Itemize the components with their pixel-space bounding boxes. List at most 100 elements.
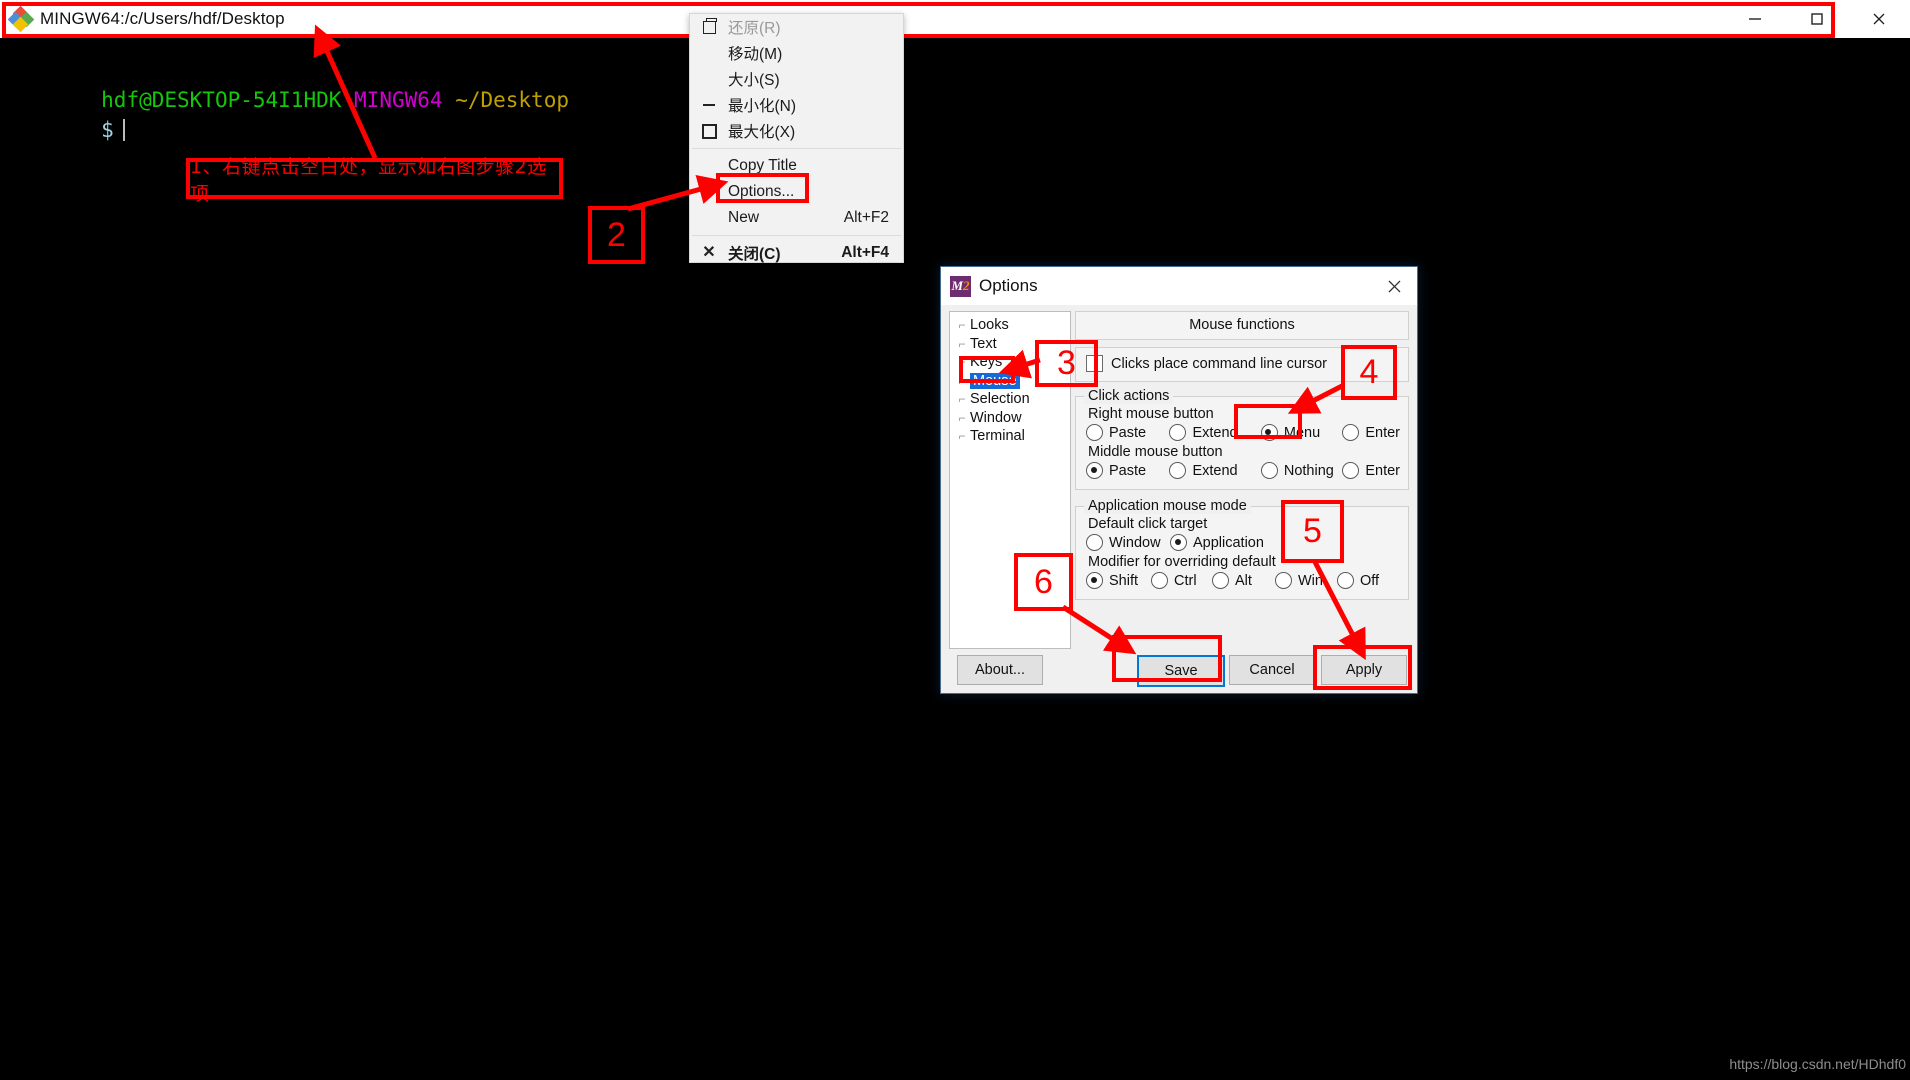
radio-right-paste[interactable]: Paste [1086, 424, 1169, 441]
radio-circle[interactable] [1342, 462, 1360, 479]
tree-branch-icon: ⌐ [958, 410, 966, 425]
prompt-path: ~/Desktop [455, 88, 569, 112]
terminal-input-line: $ [0, 94, 125, 166]
prompt-user: hdf@DESKTOP-54I1HDK [101, 88, 342, 112]
radio-modifier-win[interactable]: Win [1275, 572, 1337, 589]
dialog-title: Options [979, 276, 1038, 295]
modifier-label: Modifier for overriding default [1088, 554, 1276, 570]
tree-item-label: Selection [970, 391, 1030, 408]
radio-circle[interactable] [1169, 424, 1187, 441]
radio-modifier-alt[interactable]: Alt [1212, 572, 1275, 589]
annotation-box-mouse-tree-item [959, 356, 1015, 383]
radio-target-window[interactable]: Window [1086, 534, 1170, 551]
menu-item-accelerator: Alt+F4 [841, 244, 889, 261]
radio-label: Application [1193, 534, 1264, 551]
application-mouse-mode-legend: Application mouse mode [1084, 498, 1251, 514]
radio-circle[interactable] [1275, 572, 1292, 589]
radio-label: Off [1360, 572, 1380, 589]
tree-item-terminal[interactable]: ⌐ Terminal [950, 427, 1070, 446]
window-context-menu[interactable]: 还原(R) 移动(M) 大小(S) 最小化(N) 最大化(X) Copy Tit… [689, 13, 904, 263]
dialog-close-button[interactable] [1371, 267, 1417, 305]
radio-label: Paste [1109, 462, 1147, 479]
menu-item-size[interactable]: 大小(S) [690, 66, 903, 92]
radio-middle-enter[interactable]: Enter [1342, 462, 1400, 479]
annotation-step4-badge: 4 [1341, 345, 1397, 400]
middle-mouse-button-radiogroup: Paste Extend Nothing Enter [1086, 462, 1400, 479]
radio-circle[interactable] [1086, 572, 1103, 589]
radio-circle[interactable] [1337, 572, 1354, 589]
maximize-icon [1811, 13, 1823, 25]
radio-modifier-off[interactable]: Off [1337, 572, 1379, 589]
maximize-button[interactable] [1786, 0, 1848, 38]
close-icon: ✕ [702, 244, 716, 261]
annotation-box-apply-button [1313, 645, 1412, 690]
menu-item-label: 关闭(C) [728, 246, 781, 263]
radio-label: Shift [1109, 572, 1139, 589]
radio-right-enter[interactable]: Enter [1342, 424, 1400, 441]
radio-circle[interactable] [1086, 534, 1103, 551]
options-dialog: M2 Options ⌐ Looks ⌐ Text ⌐ Keys ⌐ Mouse… [940, 266, 1418, 694]
radio-modifier-ctrl[interactable]: Ctrl [1151, 572, 1212, 589]
menu-item-label: 移动(M) [728, 46, 783, 63]
tree-branch-icon: ⌐ [958, 336, 966, 351]
annotation-box-menu-radio [1234, 404, 1302, 439]
menu-item-new[interactable]: New Alt+F2 [690, 205, 903, 231]
radio-circle[interactable] [1151, 572, 1168, 589]
radio-circle[interactable] [1170, 534, 1187, 551]
radio-label: Enter [1365, 462, 1400, 479]
radio-circle[interactable] [1260, 462, 1278, 479]
click-actions-legend: Click actions [1084, 388, 1174, 404]
default-click-target-label: Default click target [1088, 516, 1208, 532]
watermark: https://blog.csdn.net/HDhdf0 [1729, 1056, 1906, 1072]
radio-circle[interactable] [1169, 462, 1187, 479]
tree-item-looks[interactable]: ⌐ Looks [950, 316, 1070, 335]
panel-header-group: Mouse functions [1075, 311, 1409, 340]
tree-item-selection[interactable]: ⌐ Selection [950, 390, 1070, 409]
default-click-target-radiogroup: Window Application [1086, 534, 1400, 551]
radio-middle-nothing[interactable]: Nothing [1260, 462, 1342, 479]
menu-item-minimize[interactable]: 最小化(N) [690, 92, 903, 118]
menu-item-label: 最小化(N) [728, 98, 797, 115]
minimize-button[interactable] [1724, 0, 1786, 38]
dialog-titlebar[interactable]: M2 Options [941, 267, 1417, 305]
radio-circle[interactable] [1342, 424, 1360, 441]
tree-item-label: Window [970, 409, 1022, 426]
about-button[interactable]: About... [957, 655, 1043, 685]
close-icon [1388, 280, 1400, 292]
tree-item-window[interactable]: ⌐ Window [950, 409, 1070, 428]
close-icon [1873, 13, 1885, 25]
prompt-shell: MINGW64 [354, 88, 443, 112]
maximize-icon [690, 123, 728, 139]
radio-label: Nothing [1283, 462, 1334, 479]
radio-circle[interactable] [1212, 572, 1229, 589]
screen-root: MINGW64:/c/Users/hdf/Desktop hdf@DESKTOP… [0, 0, 1910, 1080]
terminal-titlebar[interactable]: MINGW64:/c/Users/hdf/Desktop [0, 0, 1910, 38]
radio-label: Win [1298, 572, 1323, 589]
prompt-symbol: $ [101, 118, 114, 142]
menu-separator [692, 235, 901, 236]
radio-label: Window [1109, 534, 1161, 551]
radio-middle-extend[interactable]: Extend [1169, 462, 1260, 479]
minimize-icon [1749, 18, 1761, 20]
menu-item-label: 还原(R) [728, 20, 781, 37]
radio-label: Extend [1192, 462, 1238, 479]
annotation-step5-badge: 5 [1281, 500, 1344, 563]
close-button[interactable] [1848, 0, 1910, 38]
radio-target-application[interactable]: Application [1170, 534, 1264, 551]
menu-item-maximize[interactable]: 最大化(X) [690, 118, 903, 144]
radio-label: Paste [1109, 424, 1147, 441]
annotation-step1-textbox: 1、右键点击空白处，显示如右图步骤2选项 [186, 156, 563, 205]
radio-modifier-shift[interactable]: Shift [1086, 572, 1151, 589]
radio-label: Enter [1365, 424, 1400, 441]
radio-middle-paste[interactable]: Paste [1086, 462, 1169, 479]
panel-header-label: Mouse functions [1189, 317, 1295, 333]
application-mouse-mode-group: Application mouse mode Default click tar… [1075, 498, 1409, 600]
radio-circle[interactable] [1086, 424, 1103, 441]
menu-item-move[interactable]: 移动(M) [690, 40, 903, 66]
radio-circle[interactable] [1086, 462, 1103, 479]
menu-item-close[interactable]: ✕ 关闭(C) Alt+F4 [690, 240, 903, 266]
menu-item-label: 最大化(X) [728, 124, 796, 141]
mintty-icon: M2 [950, 275, 971, 297]
cancel-button[interactable]: Cancel [1229, 655, 1315, 685]
annotation-step6-badge: 6 [1014, 553, 1073, 611]
